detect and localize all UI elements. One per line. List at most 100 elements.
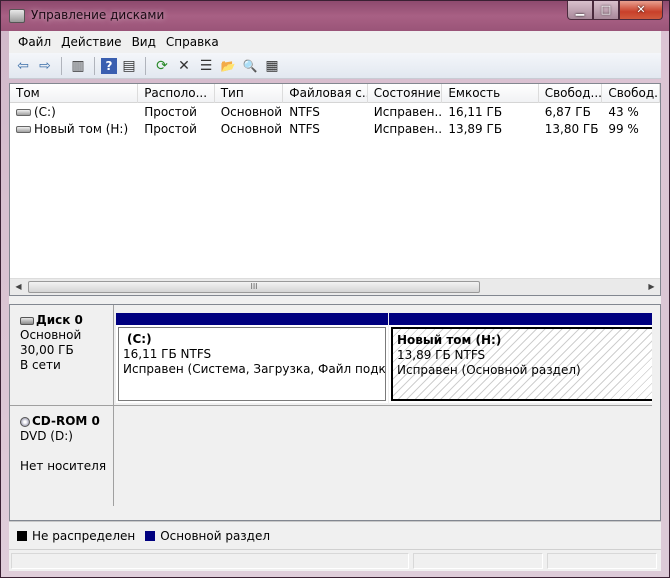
minimize-button[interactable]: ▁ xyxy=(567,1,593,20)
back-arrow-icon[interactable]: ⇦ xyxy=(13,56,33,76)
cd-rom-icon xyxy=(20,416,30,427)
pane-splitter[interactable] xyxy=(9,296,661,304)
properties-icon[interactable]: ☰ xyxy=(196,56,216,76)
filesystem-cell: NTFS xyxy=(289,105,320,119)
scroll-left-arrow-icon[interactable]: ◀ xyxy=(10,279,27,295)
partition-c[interactable]: (C:) 16,11 ГБ NTFS Исправен (Система, За… xyxy=(116,313,388,403)
type-cell: Основной xyxy=(220,105,283,119)
primary-partition-color-swatch xyxy=(145,531,156,541)
toolbar-separator xyxy=(94,56,95,75)
partition-c-title: (C:) xyxy=(127,332,152,346)
layout-cell: Простой xyxy=(144,105,197,119)
partition-h-body-selected: Новый том (H:) 13,89 ГБ NTFS Исправен (О… xyxy=(391,327,657,401)
cdrom-0-label[interactable]: CD-ROM 0 DVD (D:) Нет носителя xyxy=(10,406,114,506)
legend-item-primary: Основной раздел xyxy=(145,529,270,543)
properties-pane-icon[interactable]: ▤ xyxy=(119,56,139,76)
partition-c-status: Исправен (Система, Загрузка, Файл подкач… xyxy=(123,362,386,376)
status-pane xyxy=(413,553,543,569)
maximize-button[interactable]: □ xyxy=(593,1,619,20)
primary-partition-bar xyxy=(116,313,388,325)
menu-view[interactable]: Вид xyxy=(127,35,161,49)
caption-buttons: ▁ □ ✕ xyxy=(567,1,663,21)
partition-c-size: 16,11 ГБ NTFS xyxy=(123,347,212,361)
hard-disk-icon xyxy=(20,316,34,325)
scroll-right-arrow-icon[interactable]: ▶ xyxy=(643,279,660,295)
cdrom-0-state: Нет носителя xyxy=(20,459,107,473)
table-row[interactable]: Новый том (H:) Простой Основной NTFS Исп… xyxy=(10,121,660,138)
delete-icon[interactable]: ✕ xyxy=(174,56,194,76)
status-cell: Исправен... xyxy=(373,105,443,119)
filesystem-cell: NTFS xyxy=(289,122,320,136)
toolbar-separator xyxy=(145,56,146,75)
status-cell: Исправен... xyxy=(373,122,443,136)
partition-h[interactable]: Новый том (H:) 13,89 ГБ NTFS Исправен (О… xyxy=(389,313,659,403)
scrollbar-thumb[interactable]: III xyxy=(28,281,480,293)
column-header-type[interactable]: Тип xyxy=(215,84,284,103)
toolbar: ⇦ ⇨ ▥ ? ▤ ⟳ ✕ ☰ 📂 🔍 ▦ xyxy=(9,53,661,79)
drive-icon xyxy=(16,126,31,133)
column-header-capacity[interactable]: Емкость xyxy=(442,84,539,103)
disk-0-state: В сети xyxy=(20,358,61,372)
free-percent-cell: 43 % xyxy=(608,105,639,119)
volume-name: Новый том (H:) xyxy=(34,122,129,136)
volume-name: (C:) xyxy=(34,105,56,119)
type-cell: Основной xyxy=(220,122,283,136)
partition-c-body: (C:) 16,11 ГБ NTFS Исправен (Система, За… xyxy=(118,327,386,401)
cdrom-0-name: CD-ROM 0 xyxy=(32,414,100,428)
disk-properties-icon[interactable]: ▦ xyxy=(262,56,282,76)
partition-h-status: Исправен (Основной раздел) xyxy=(397,363,581,377)
menu-bar: Файл Действие Вид Справка xyxy=(9,31,661,53)
column-header-free-percent[interactable]: Свобод... xyxy=(602,84,660,103)
search-icon[interactable]: 🔍 xyxy=(240,56,260,76)
close-button[interactable]: ✕ xyxy=(619,1,663,20)
help-icon[interactable]: ? xyxy=(101,57,117,74)
legend-label: Не распределен xyxy=(32,528,136,543)
vertical-scrollbar-track xyxy=(652,305,660,520)
column-header-free-space[interactable]: Свобод... xyxy=(539,84,603,103)
column-header-layout[interactable]: Располо... xyxy=(138,84,215,103)
disk-map-view: Диск 0 Основной 30,00 ГБ В сети (C:) 16,… xyxy=(9,304,661,521)
menu-help[interactable]: Справка xyxy=(161,35,224,49)
free-percent-cell: 99 % xyxy=(608,122,639,136)
column-header-volume[interactable]: Том xyxy=(10,84,139,103)
disk-0-name: Диск 0 xyxy=(36,313,83,327)
cdrom-0-type: DVD (D:) xyxy=(20,429,73,443)
legend-label: Основной раздел xyxy=(160,528,271,543)
volume-cell: Новый том (H:) xyxy=(10,121,138,138)
disk-0-type: Основной xyxy=(20,328,82,342)
disk-management-app-icon xyxy=(9,9,25,23)
legend: Не распределен Основной раздел xyxy=(9,521,661,549)
show-hide-console-tree-icon[interactable]: ▥ xyxy=(68,56,88,76)
free-space-cell: 13,80 ГБ xyxy=(544,122,599,136)
toolbar-separator xyxy=(61,56,62,75)
disk-management-window: Управление дисками ▁ □ ✕ Файл Действие В… xyxy=(0,0,670,578)
partition-h-size: 13,89 ГБ NTFS xyxy=(397,348,486,362)
column-header-status[interactable]: Состояние xyxy=(368,84,443,103)
forward-arrow-icon[interactable]: ⇨ xyxy=(35,56,55,76)
title-bar[interactable]: Управление дисками ▁ □ ✕ xyxy=(1,1,669,31)
primary-partition-bar xyxy=(389,313,659,325)
status-pane xyxy=(547,553,657,569)
open-folder-icon[interactable]: 📂 xyxy=(218,56,238,76)
disk-0-label[interactable]: Диск 0 Основной 30,00 ГБ В сети xyxy=(10,305,114,405)
refresh-icon[interactable]: ⟳ xyxy=(152,56,172,76)
free-space-cell: 6,87 ГБ xyxy=(544,105,591,119)
window-title: Управление дисками xyxy=(31,8,165,22)
legend-item-unallocated: Не распределен xyxy=(17,529,135,543)
capacity-cell: 13,89 ГБ xyxy=(448,122,503,136)
partition-h-title: Новый том (H:) xyxy=(397,333,502,347)
layout-cell: Простой xyxy=(144,122,197,136)
capacity-cell: 16,11 ГБ xyxy=(448,105,503,119)
unallocated-color-swatch xyxy=(17,531,27,541)
table-row[interactable]: (C:) Простой Основной NTFS Исправен... 1… xyxy=(10,104,660,121)
menu-file[interactable]: Файл xyxy=(13,35,56,49)
column-header-filesystem[interactable]: Файловая с... xyxy=(283,84,368,103)
horizontal-scrollbar[interactable]: ◀ III ▶ xyxy=(10,278,660,295)
menu-action[interactable]: Действие xyxy=(56,35,126,49)
volume-list[interactable]: Том Располо... Тип Файловая с... Состоян… xyxy=(9,83,661,296)
disk-0-size: 30,00 ГБ xyxy=(20,343,74,357)
volume-cell: (C:) xyxy=(10,104,138,121)
status-bar xyxy=(9,549,661,571)
drive-icon xyxy=(16,109,31,116)
